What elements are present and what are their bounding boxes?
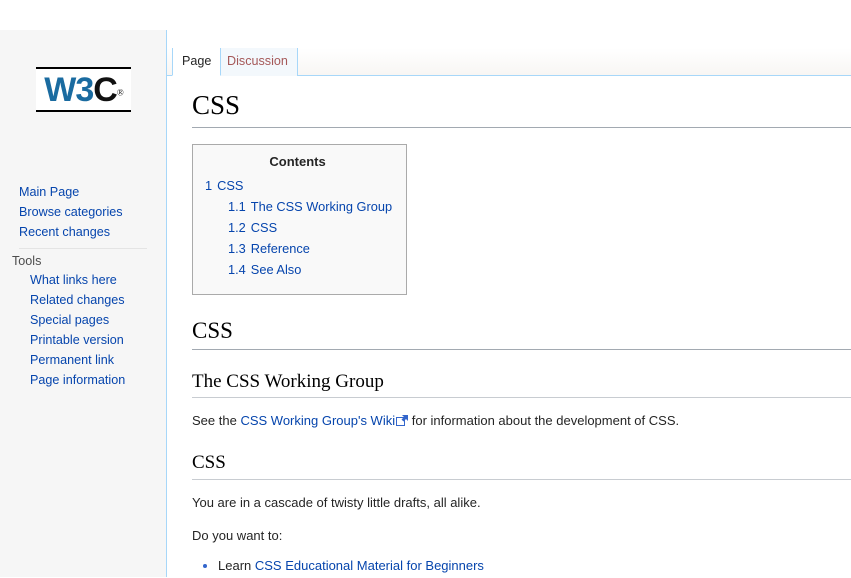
toc-number: 1.4 <box>228 261 246 277</box>
list-item: Learn CSS Educational Material for Begin… <box>218 556 851 576</box>
sidebar-link-special-pages[interactable]: Special pages <box>30 310 109 330</box>
table-of-contents: Contents 1 CSS 1.1 The CSS Working Group 1… <box>192 143 408 295</box>
sidebar-link-main-page[interactable]: Main Page <box>19 182 79 202</box>
text-after-link: for information about the development of… <box>408 413 680 429</box>
toc-number: 1.3 <box>228 240 246 256</box>
toc-link-css[interactable]: CSS <box>217 178 243 193</box>
toc-list: 1 CSS 1.1 The CSS Working Group 1.2 CSS 1.3… <box>203 177 392 278</box>
subsection-heading-css: CSS <box>192 451 851 481</box>
sidebar-link-what-links-here[interactable]: What links here <box>30 270 117 290</box>
wiki-page: W3C® Main Page Browse categories Recent … <box>0 0 851 577</box>
logo-text-w3: W3 <box>44 70 94 109</box>
sidebar-tools-nav: What links here Related changes Special … <box>0 270 166 390</box>
toc-number: 1.2 <box>228 219 246 235</box>
sidebar-item-printable-version[interactable]: Printable version <box>30 330 166 350</box>
sidebar-link-printable-version[interactable]: Printable version <box>30 330 124 350</box>
list-item-prefix: Learn <box>218 558 255 574</box>
link-css-working-group-wiki[interactable]: CSS Working Group's Wiki <box>240 413 395 428</box>
tab-page[interactable]: Page <box>172 48 222 76</box>
content-column: Page Discussion CSS Contents 1 CSS 1.1 The… <box>167 30 851 577</box>
sidebar-item-special-pages[interactable]: Special pages <box>30 310 166 330</box>
sidebar-item-permanent-link[interactable]: Permanent link <box>30 350 166 370</box>
page-title: CSS <box>192 89 851 128</box>
body-content: CSS Contents 1 CSS 1.1 The CSS Working Gro… <box>167 77 851 578</box>
registered-mark-icon: ® <box>116 87 124 98</box>
text-before-link: See the <box>192 413 241 429</box>
sidebar-item-main-page[interactable]: Main Page <box>19 182 166 202</box>
external-link-icon <box>396 412 409 427</box>
paragraph-do-you-want-to: Do you want to: <box>192 528 283 544</box>
sidebar-link-recent-changes[interactable]: Recent changes <box>19 222 110 242</box>
toc-link-css-sub[interactable]: CSS <box>251 220 277 235</box>
sidebar-link-related-changes[interactable]: Related changes <box>30 290 125 310</box>
paragraph-working-group: See the CSS Working Group's Wiki for inf… <box>192 411 851 431</box>
sidebar-link-browse-categories[interactable]: Browse categories <box>19 202 123 222</box>
link-css-educational-material-for-beginners[interactable]: CSS Educational Material for Beginners <box>255 558 484 573</box>
toc-link-see-also[interactable]: See Also <box>251 262 302 277</box>
sidebar-item-recent-changes[interactable]: Recent changes <box>19 222 166 242</box>
toc-link-the-css-working-group[interactable]: The CSS Working Group <box>251 199 392 214</box>
options-list: Learn CSS Educational Material for Begin… <box>192 556 851 576</box>
sidebar-link-permanent-link[interactable]: Permanent link <box>30 350 114 370</box>
sidebar-item-page-information[interactable]: Page information <box>30 370 166 390</box>
toc-item-css[interactable]: 1 CSS <box>203 177 392 194</box>
section-heading-css: CSS <box>192 317 851 350</box>
namespace-tab-strip: Page Discussion <box>167 48 851 76</box>
paragraph-cascade: You are in a cascade of twisty little dr… <box>192 495 481 511</box>
sidebar-item-browse-categories[interactable]: Browse categories <box>19 202 166 222</box>
sidebar-link-page-information[interactable]: Page information <box>30 370 125 390</box>
toc-link-reference[interactable]: Reference <box>251 241 310 256</box>
sidebar-item-what-links-here[interactable]: What links here <box>30 270 166 290</box>
sidebar-item-related-changes[interactable]: Related changes <box>30 290 166 310</box>
w3c-logo-icon[interactable]: W3C® <box>36 66 131 112</box>
toc-number: 1 <box>205 177 213 193</box>
toc-item-the-css-working-group[interactable]: 1.1 The CSS Working Group <box>203 198 392 215</box>
toc-item-css-sub[interactable]: 1.2 CSS <box>203 219 392 236</box>
toc-item-see-also[interactable]: 1.4 See Also <box>203 261 392 278</box>
sidebar-main-nav: Main Page Browse categories Recent chang… <box>0 182 166 242</box>
tab-discussion[interactable]: Discussion <box>218 48 298 76</box>
sidebar: W3C® Main Page Browse categories Recent … <box>0 30 167 577</box>
sidebar-section-heading-tools: Tools <box>12 254 42 268</box>
subsection-heading-the-css-working-group: The CSS Working Group <box>192 370 851 399</box>
toc-number: 1.1 <box>228 198 246 214</box>
site-logo-wrapper[interactable]: W3C® <box>0 30 167 140</box>
sidebar-divider <box>19 248 147 249</box>
toc-heading: Contents <box>269 153 326 169</box>
logo-text-c: C <box>93 70 118 109</box>
toc-item-reference[interactable]: 1.3 Reference <box>203 240 392 257</box>
